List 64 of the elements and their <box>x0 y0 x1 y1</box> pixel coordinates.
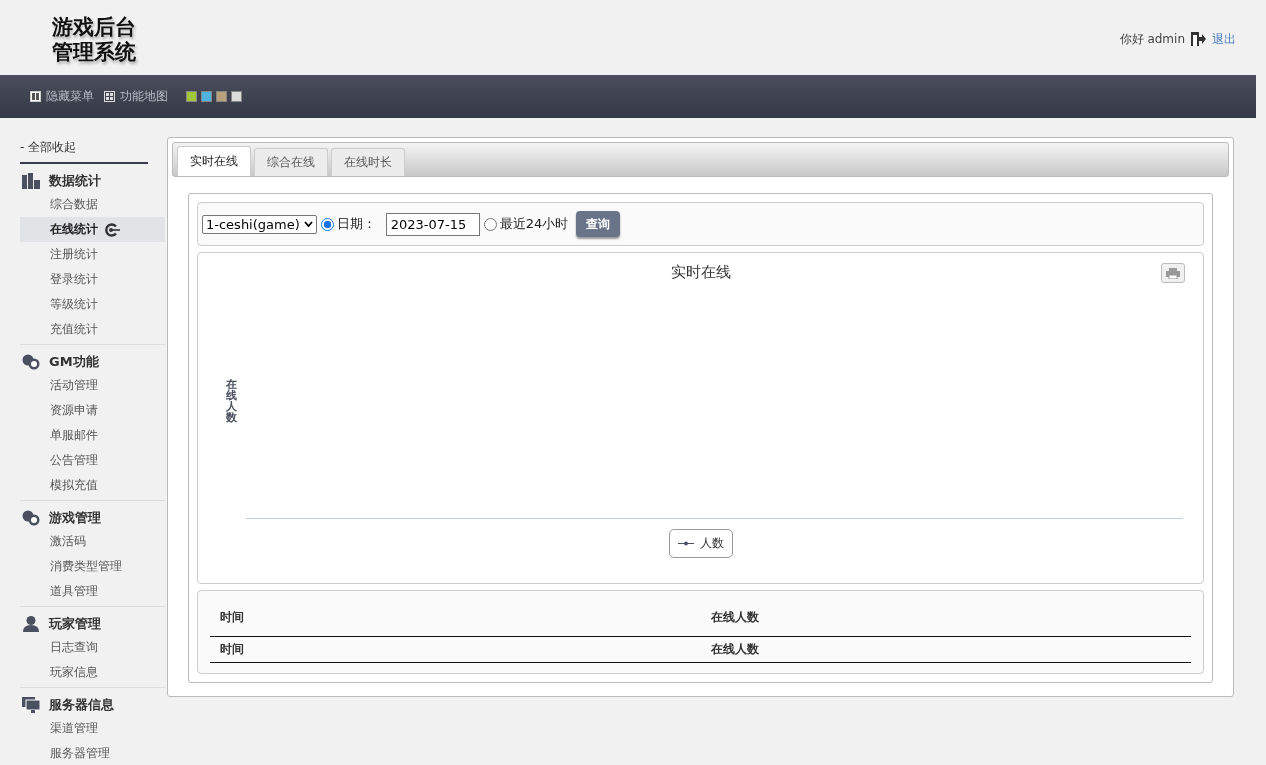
toolbar-item[interactable]: 隐藏菜单 <box>30 88 94 105</box>
menu-group-title[interactable]: 玩家管理 <box>49 615 101 633</box>
menu-item[interactable]: 活动管理 <box>20 373 165 398</box>
menu-item[interactable]: 公告管理 <box>20 448 165 473</box>
column-header: 在线人数 <box>700 595 1191 637</box>
circles-icon <box>22 354 40 370</box>
server-select[interactable]: 1-ceshi(game) <box>202 214 317 234</box>
circles-icon <box>22 510 40 526</box>
radio-label: 日期： <box>336 215 376 233</box>
query-button[interactable]: 查询 <box>576 211 621 237</box>
theme-swatch[interactable] <box>216 91 227 102</box>
bar-chart-icon <box>22 173 40 189</box>
menu-item[interactable]: 充值统计 <box>20 317 165 342</box>
menu-item[interactable]: 在线统计 <box>20 217 165 242</box>
column-header: 时间 <box>210 595 701 637</box>
logo-text: 管理系统 <box>52 39 136 65</box>
legend-item[interactable]: 人数 <box>668 529 733 558</box>
menu-group-title[interactable]: GM功能 <box>49 353 99 371</box>
tab[interactable]: 在线时长 <box>331 148 405 176</box>
radio-button[interactable] <box>320 217 334 231</box>
exit-icon <box>1191 32 1206 46</box>
tab[interactable]: 实时在线 <box>177 146 251 176</box>
menu-item[interactable]: 综合数据 <box>20 192 165 217</box>
toolbar-item[interactable]: 功能地图 <box>104 88 168 105</box>
menu-item[interactable]: 资源申请 <box>20 398 165 423</box>
radio-button[interactable] <box>483 217 497 231</box>
radio-label: 最近24小时 <box>499 215 569 233</box>
logout-link[interactable]: 退出 <box>1212 30 1236 48</box>
theme-swatch[interactable] <box>231 91 242 102</box>
collapse-all-link[interactable]: - 全部收起 <box>20 129 148 164</box>
chevron-down-icon <box>303 221 313 227</box>
menu-item[interactable]: 登录统计 <box>20 267 165 292</box>
menu-item[interactable]: 注册统计 <box>20 242 165 267</box>
tab[interactable]: 综合在线 <box>254 148 328 176</box>
monitor-icon <box>22 697 40 713</box>
axis-title: 在线人数 <box>226 378 238 423</box>
menu-item[interactable]: 等级统计 <box>20 292 165 317</box>
chart-title: 实时在线 <box>670 263 731 282</box>
menu-item[interactable]: 渠道管理 <box>20 716 165 741</box>
person-icon <box>22 616 40 632</box>
menu-group-title[interactable]: 服务器信息 <box>49 696 114 714</box>
column-footer: 时间 <box>210 636 701 663</box>
refresh-icon <box>104 222 120 237</box>
menu-group-title[interactable]: 游戏管理 <box>49 509 101 527</box>
line-marker-icon <box>677 541 694 546</box>
menu-item[interactable]: 激活码 <box>20 529 165 554</box>
menu-group-title[interactable]: 数据统计 <box>49 172 101 190</box>
theme-swatch[interactable] <box>186 91 197 102</box>
menu-item[interactable]: 模拟充值 <box>20 473 165 498</box>
panel-icon <box>30 91 41 102</box>
menu-item[interactable]: 消费类型管理 <box>20 554 165 579</box>
date-field[interactable]: 2023-07-15 <box>385 212 480 236</box>
menu-item[interactable]: 单服邮件 <box>20 423 165 448</box>
greeting-text: 你好 admin <box>1119 30 1185 48</box>
logo-text: 游戏后台 <box>52 14 136 40</box>
print-button[interactable] <box>1161 263 1185 283</box>
printer-icon <box>1166 267 1180 279</box>
column-footer: 在线人数 <box>700 636 1191 663</box>
menu-item[interactable]: 玩家信息 <box>20 660 165 685</box>
menu-item[interactable]: 日志查询 <box>20 635 165 660</box>
theme-swatch[interactable] <box>201 91 212 102</box>
grid-icon <box>104 91 115 102</box>
menu-item[interactable]: 道具管理 <box>20 579 165 604</box>
menu-item[interactable]: 服务器管理 <box>20 741 165 765</box>
